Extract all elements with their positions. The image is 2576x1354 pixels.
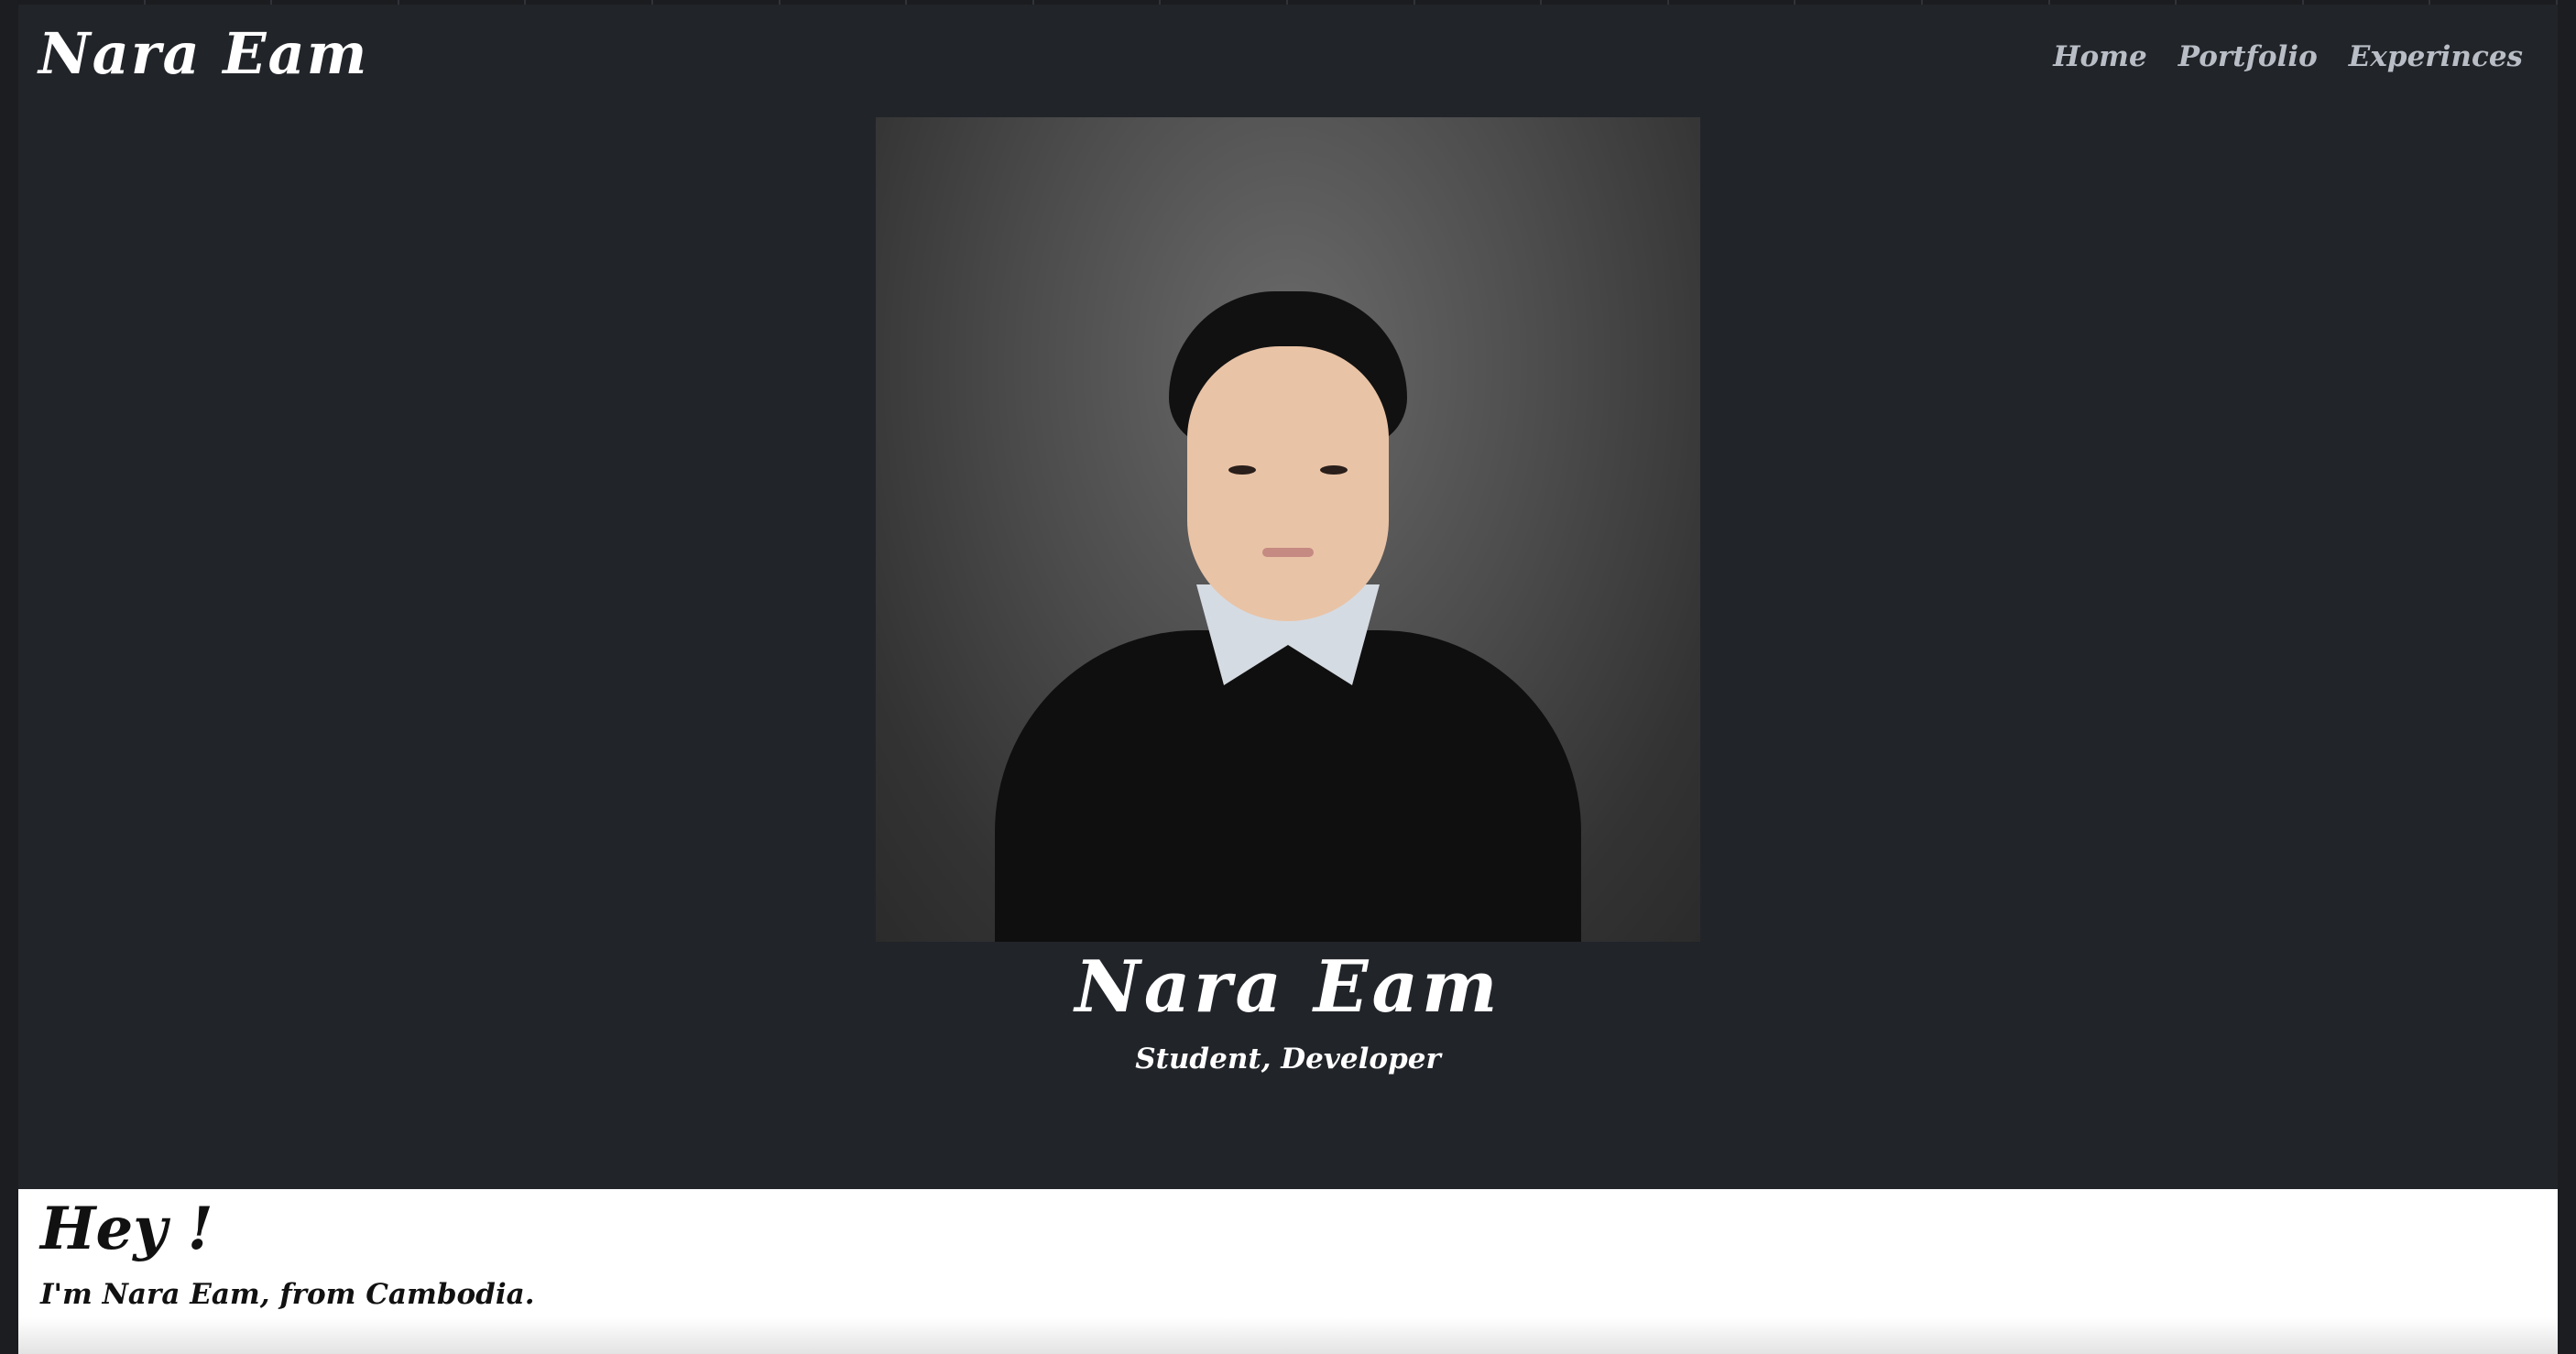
main-nav: Home Portfolio Experinces [2053,40,2523,73]
site-brand[interactable]: Nara Eam [38,20,368,87]
about-heading: Hey ! [40,1195,213,1263]
nav-portfolio[interactable]: Portfolio [2178,40,2318,73]
photo-eye-left [1228,465,1256,475]
photo-eye-right [1320,465,1348,475]
nav-home[interactable]: Home [2053,40,2147,73]
photo-mouth [1262,548,1314,557]
about-text: I'm Nara Eam, from Cambodia. [40,1278,535,1311]
profile-photo [876,117,1700,942]
about-section: Hey ! I'm Nara Eam, from Cambodia. [18,1189,2558,1354]
top-strip [18,0,2558,5]
page: Nara Eam Home Portfolio Experinces Nara … [0,0,2576,1354]
hero-name: Nara Eam [1075,945,1501,1029]
nav-experiences[interactable]: Experinces [2349,40,2523,73]
photo-face [1187,346,1389,621]
hero-role: Student, Developer [1135,1043,1441,1076]
photo-sweater [995,630,1581,942]
